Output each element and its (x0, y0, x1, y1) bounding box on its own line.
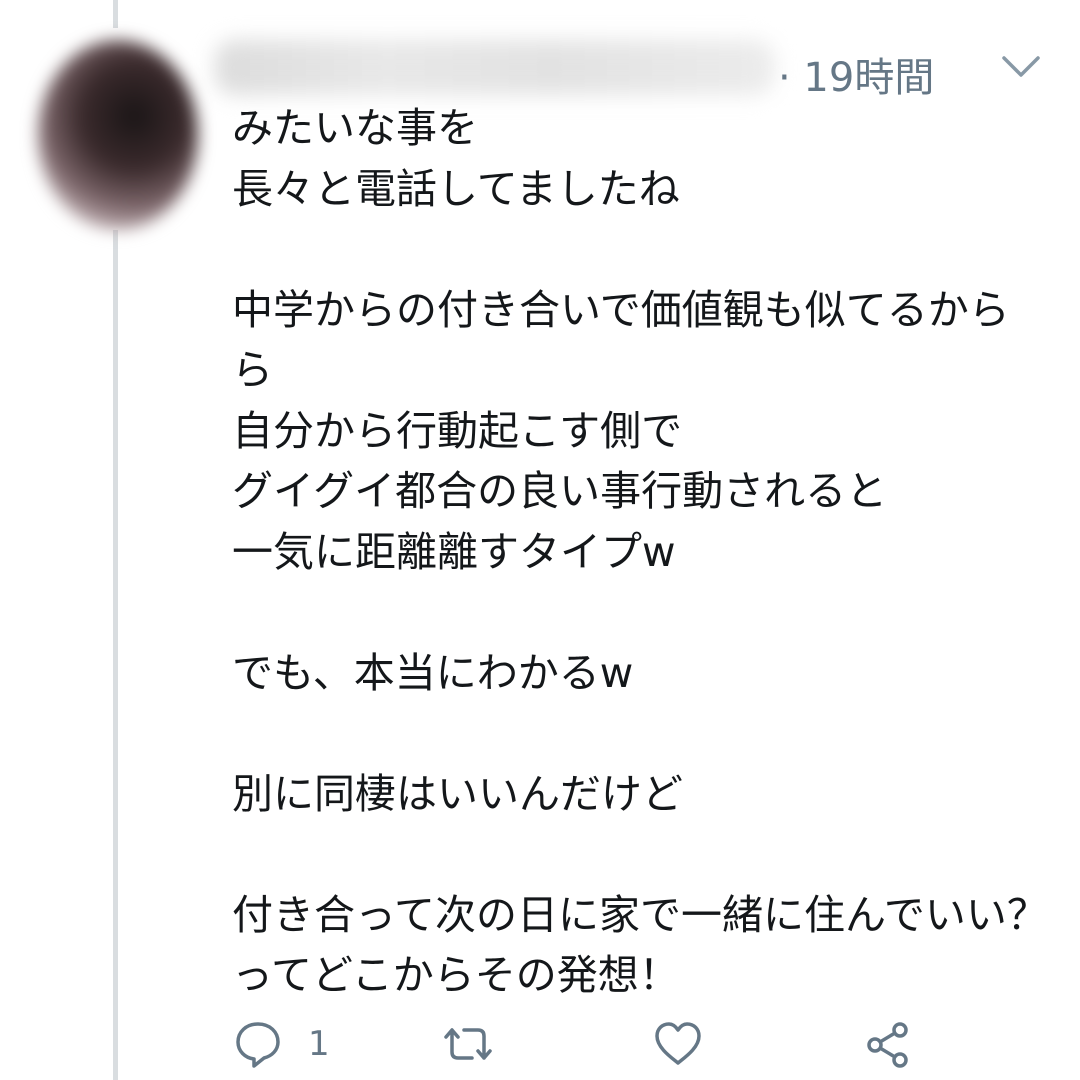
retweet-icon[interactable] (442, 1018, 494, 1070)
blurred-username[interactable] (215, 40, 775, 95)
tweet-actions: 1 (0, 1010, 1080, 1080)
thread-line (113, 230, 118, 1080)
thread-line-top (113, 0, 118, 28)
heart-icon[interactable] (652, 1018, 704, 1070)
tweet-text: みたいな事を 長々と電話してましたね 中学からの付き合いで価値観も似てるから ら… (232, 104, 1048, 999)
tweet-timestamp[interactable]: · 19時間 (778, 45, 934, 103)
share-icon[interactable] (862, 1018, 914, 1070)
reply-icon[interactable] (232, 1018, 284, 1070)
chevron-down-icon[interactable] (998, 52, 1044, 82)
avatar[interactable] (38, 40, 198, 230)
reply-count: 1 (308, 1024, 330, 1064)
